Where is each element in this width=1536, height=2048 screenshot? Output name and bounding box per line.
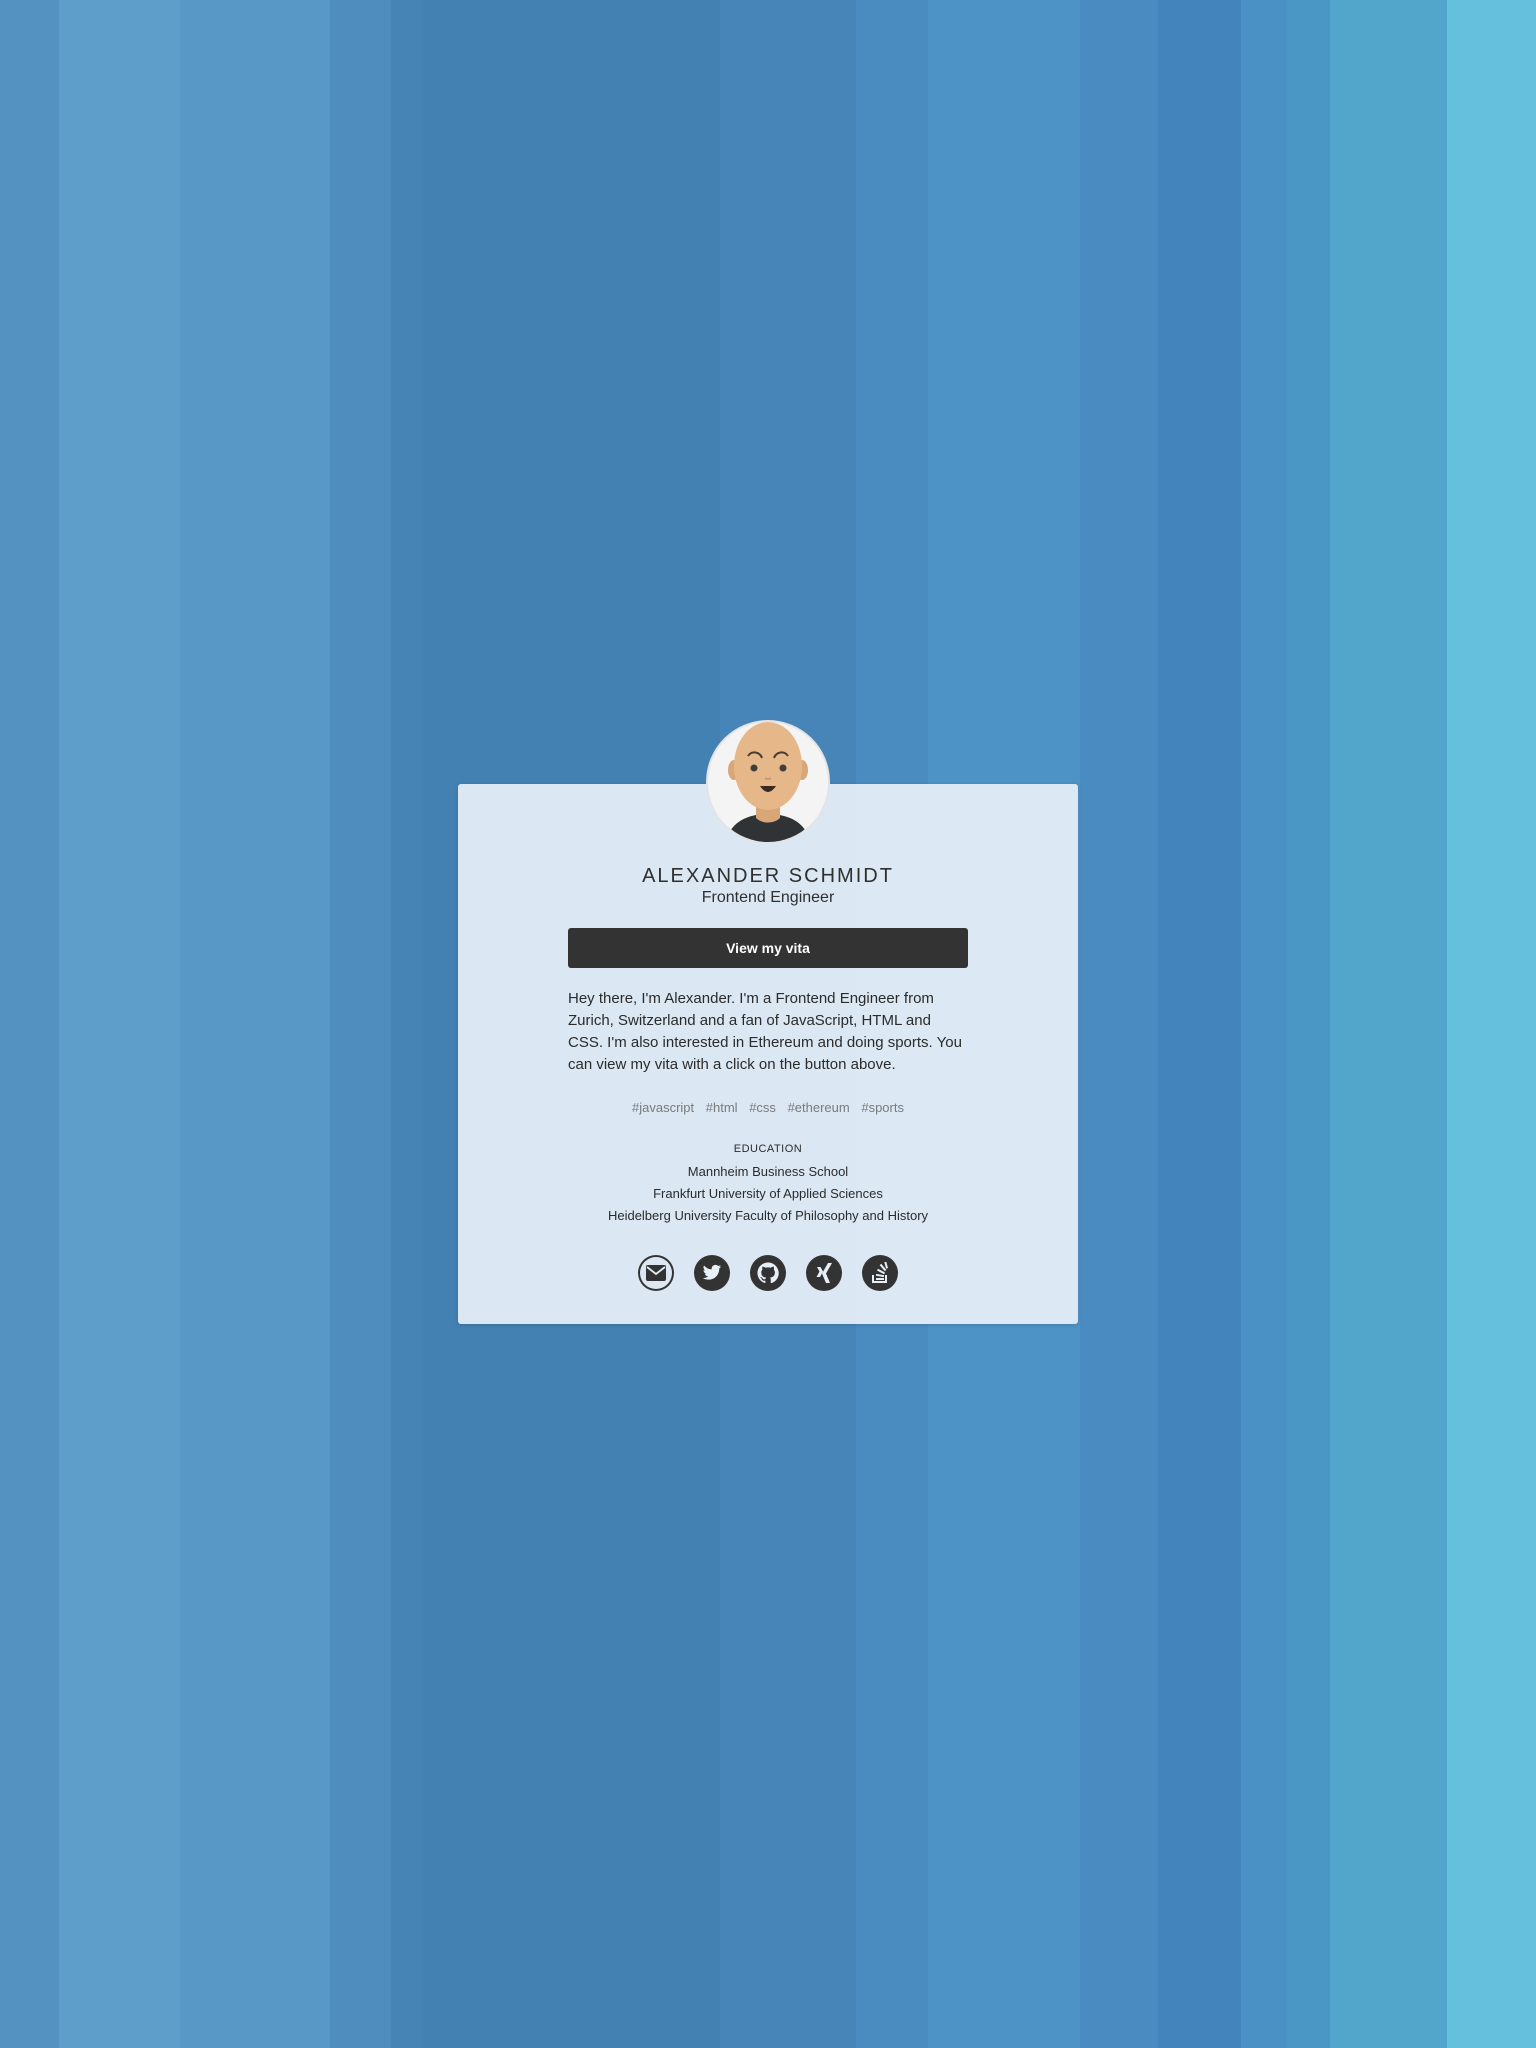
profile-bio: Hey there, I'm Alexander. I'm a Frontend…	[568, 990, 962, 1073]
education-item: Mannheim Business School	[687, 1164, 849, 1179]
avatar	[708, 722, 828, 842]
xing-icon	[816, 1263, 832, 1283]
profile-card: ALEXANDER SCHMIDT Frontend Engineer View…	[458, 722, 1078, 1324]
twitter-icon	[702, 1264, 722, 1280]
profile-name: ALEXANDER SCHMIDT	[642, 865, 894, 887]
tag-javascript[interactable]: #javascript	[632, 1100, 694, 1115]
stackoverflow-link[interactable]	[862, 1255, 898, 1291]
view-vita-button[interactable]: View my vita	[568, 928, 968, 968]
education-heading: EDUCATION	[733, 1143, 803, 1155]
github-link[interactable]	[750, 1255, 786, 1291]
education-item: Heidelberg University Faculty of Philoso…	[607, 1208, 929, 1223]
education-list: Mannheim Business School Frankfurt Unive…	[458, 1161, 1078, 1227]
twitter-link[interactable]	[694, 1255, 730, 1291]
tag-sports[interactable]: #sports	[861, 1100, 904, 1115]
social-links	[458, 1255, 1078, 1291]
mail-icon	[646, 1265, 666, 1281]
mail-link[interactable]	[638, 1255, 674, 1291]
avatar-illustration	[708, 722, 828, 842]
github-icon	[757, 1262, 779, 1284]
xing-link[interactable]	[806, 1255, 842, 1291]
tag-ethereum[interactable]: #ethereum	[788, 1100, 850, 1115]
tag-list: #javascript #html #css #ethereum #sports	[458, 1100, 1078, 1115]
tag-css[interactable]: #css	[749, 1100, 776, 1115]
stackoverflow-icon	[872, 1262, 889, 1283]
education-item: Frankfurt University of Applied Sciences	[653, 1186, 883, 1201]
profile-title: Frontend Engineer	[701, 889, 835, 906]
tag-html[interactable]: #html	[706, 1100, 738, 1115]
